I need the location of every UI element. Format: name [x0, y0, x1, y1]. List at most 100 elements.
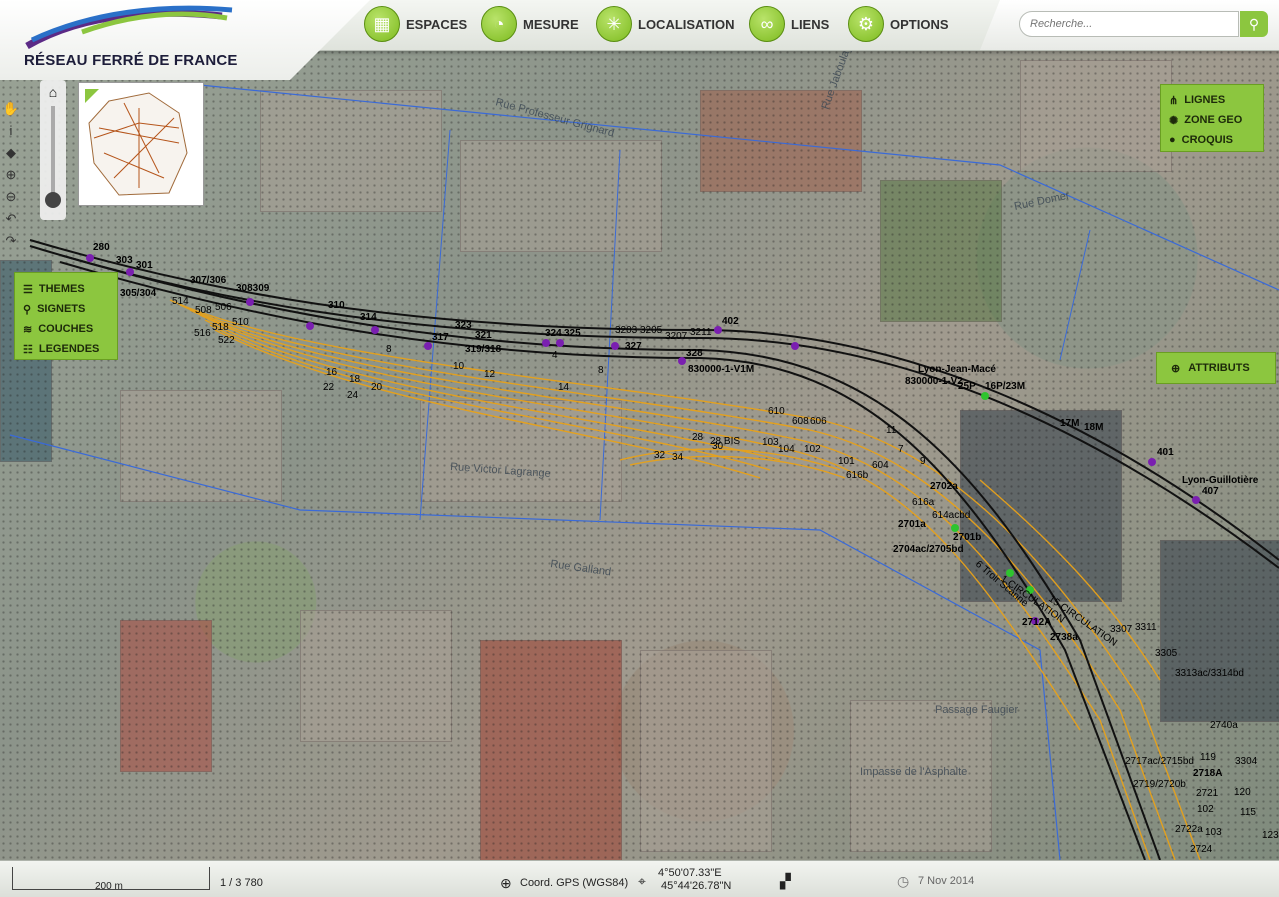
svg-text:34: 34 — [672, 452, 684, 463]
svg-text:2717ac/2715bd: 2717ac/2715bd — [1125, 756, 1194, 767]
globe-icon[interactable] — [45, 192, 61, 208]
panel-item-zone-geo[interactable]: ✺ ZONE GEO — [1169, 110, 1255, 130]
svg-text:Impasse de l'Asphalte: Impasse de l'Asphalte — [860, 766, 967, 778]
search-button[interactable]: ⚲ — [1240, 11, 1268, 37]
france-icon[interactable]: ◆ — [2, 144, 20, 162]
svg-text:Rue Professeur Grignard: Rue Professeur Grignard — [494, 96, 615, 139]
zone-icon: ✺ — [1169, 114, 1179, 127]
svg-text:518: 518 — [212, 322, 229, 333]
right-panel: ⋔ LIGNES ✺ ZONE GEO ● CROQUIS — [1160, 84, 1264, 152]
svg-text:328: 328 — [686, 348, 703, 359]
panel-item-label: LIGNES — [1184, 94, 1226, 106]
svg-text:2702a: 2702a — [930, 481, 958, 492]
svg-text:280: 280 — [93, 242, 110, 253]
longitude: 4°50'07.33"E — [658, 867, 722, 879]
nav-label: LOCALISATION — [638, 16, 735, 32]
zoom-track — [51, 106, 55, 198]
svg-text:119: 119 — [1200, 752, 1216, 763]
svg-text:101: 101 — [838, 456, 855, 467]
rff-logo-icon — [25, 5, 233, 50]
pan-hand-icon[interactable]: ✋ — [2, 100, 20, 118]
zoom-out-icon[interactable]: ⊖ — [2, 188, 20, 206]
svg-text:30: 30 — [712, 441, 724, 452]
svg-text:12: 12 — [484, 369, 496, 380]
panel-item-signets[interactable]: ⚲ SIGNETS — [23, 299, 109, 319]
svg-text:14: 14 — [558, 382, 570, 393]
ruler-icon: ◔ — [481, 6, 517, 42]
panel-item-label: COUCHES — [38, 323, 94, 335]
svg-text:2738a: 2738a — [1050, 632, 1078, 643]
svg-text:2704ac/2705bd: 2704ac/2705bd — [893, 544, 964, 555]
svg-text:6 Troir Scanne: 6 Troir Scanne — [973, 559, 1030, 610]
svg-text:321: 321 — [475, 330, 492, 341]
svg-text:2722a: 2722a — [1175, 824, 1203, 835]
panel-item-legendes[interactable]: ☷ LEGENDES — [23, 339, 109, 359]
svg-text:402: 402 — [722, 316, 739, 327]
search-input[interactable] — [1019, 11, 1239, 37]
panel-item-label: CROQUIS — [1181, 134, 1233, 146]
svg-text:830000-1-V2: 830000-1-V2 — [905, 376, 963, 387]
list-icon: ☷ — [23, 343, 33, 356]
svg-text:3205: 3205 — [640, 325, 663, 336]
attributs-label: ATTRIBUTS — [1188, 362, 1250, 374]
panel-item-label: LEGENDES — [38, 343, 100, 355]
panel-item-croquis[interactable]: ● CROQUIS — [1169, 130, 1255, 150]
svg-text:604: 604 — [872, 460, 889, 471]
pointer-icon[interactable]: ▞ — [780, 873, 791, 890]
svg-text:9: 9 — [920, 456, 926, 467]
overview-map[interactable] — [78, 82, 204, 206]
svg-text:3203: 3203 — [615, 325, 638, 336]
attributs-button[interactable]: ⊕ ATTRIBUTS — [1156, 352, 1276, 384]
latitude: 45°44'26.78"N — [661, 880, 732, 892]
undo-icon[interactable]: ↶ — [2, 210, 20, 228]
svg-text:102: 102 — [804, 444, 821, 455]
svg-text:508: 508 — [195, 305, 212, 316]
svg-text:2718A: 2718A — [1193, 768, 1222, 779]
nav-label: MESURE — [523, 16, 579, 32]
info-icon[interactable]: i — [2, 122, 20, 140]
svg-text:610: 610 — [768, 406, 785, 417]
svg-text:3207: 3207 — [665, 331, 688, 342]
svg-text:2724: 2724 — [1190, 844, 1213, 855]
zoom-slider[interactable]: ⌂ — [40, 80, 66, 220]
pin-icon: ⚲ — [23, 303, 32, 316]
speech-bubble-icon: ● — [1169, 134, 1176, 146]
svg-text:7: 7 — [898, 444, 904, 455]
svg-text:Lyon-Guillotière: Lyon-Guillotière — [1182, 475, 1259, 486]
svg-text:11: 11 — [886, 425, 897, 436]
home-icon[interactable]: ⌂ — [40, 84, 66, 100]
zoom-in-icon[interactable]: ⊕ — [2, 166, 20, 184]
france-network-icon — [85, 89, 188, 196]
svg-text:103: 103 — [1205, 827, 1222, 838]
svg-text:2712A: 2712A — [1022, 617, 1051, 628]
svg-text:8: 8 — [598, 365, 604, 376]
svg-text:401: 401 — [1157, 447, 1174, 458]
nav-localisation[interactable]: ✳ LOCALISATION — [596, 3, 735, 45]
svg-text:319/318: 319/318 — [465, 344, 502, 355]
panel-item-couches[interactable]: ≋ COUCHES — [23, 319, 109, 339]
svg-text:516: 516 — [194, 328, 211, 339]
svg-text:17M: 17M — [1060, 418, 1079, 429]
svg-text:115: 115 — [1240, 807, 1256, 818]
nav-mesure[interactable]: ◔ MESURE — [481, 3, 579, 45]
svg-text:28: 28 — [692, 432, 704, 443]
nav-options[interactable]: ⚙ OPTIONS — [848, 3, 949, 45]
nav-espaces[interactable]: ▦ ESPACES — [364, 3, 467, 45]
svg-text:103: 103 — [762, 437, 779, 448]
svg-text:830000-1-V1M: 830000-1-V1M — [688, 364, 754, 375]
svg-text:20: 20 — [371, 382, 383, 393]
lines-icon: ⋔ — [1169, 94, 1179, 107]
panel-item-lignes[interactable]: ⋔ LIGNES — [1169, 90, 1255, 110]
grid-icon: ▦ — [364, 6, 400, 42]
svg-text:522: 522 — [218, 335, 235, 346]
svg-text:Rue Domer: Rue Domer — [1013, 189, 1071, 213]
status-bar: 200 m 1 / 3 780 ⊕ Coord. GPS (WGS84) ⌖ 4… — [0, 860, 1279, 897]
svg-text:514: 514 — [172, 296, 189, 307]
svg-text:324: 324 — [545, 328, 562, 339]
scale-label: 200 m — [95, 881, 123, 892]
panel-item-themes[interactable]: ☰ THEMES — [23, 279, 109, 299]
redo-icon[interactable]: ↷ — [2, 232, 20, 250]
nav-liens[interactable]: ∞ LIENS — [749, 3, 829, 45]
left-panel: ☰ THEMES ⚲ SIGNETS ≋ COUCHES ☷ LEGENDES — [14, 272, 118, 360]
svg-text:307/306: 307/306 — [190, 275, 227, 286]
